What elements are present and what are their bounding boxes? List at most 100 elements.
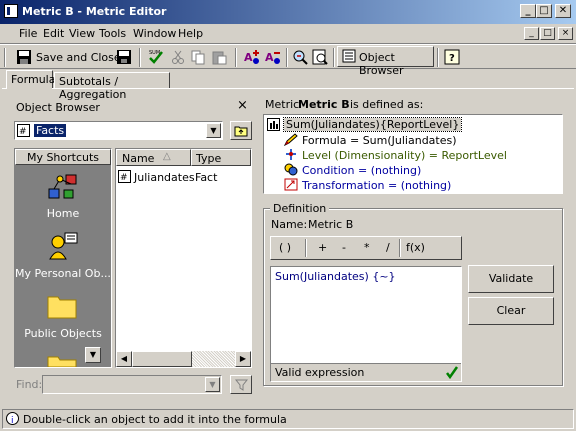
tree-formula[interactable]: Formula = Sum(Juliandates) xyxy=(302,134,457,147)
fact-icon: # xyxy=(118,170,131,183)
find-input[interactable]: ▼ xyxy=(42,375,222,394)
column-header-name[interactable]: Name △ xyxy=(116,149,191,166)
public-objects-folder-icon xyxy=(47,296,77,319)
copy-icon[interactable] xyxy=(190,49,206,65)
status-text: Double-click an object to add it into th… xyxy=(23,413,287,426)
doc-minimize-icon[interactable]: _ xyxy=(524,27,539,40)
menu-file[interactable]: File xyxy=(19,27,37,40)
save-and-close-button[interactable]: Save and Close xyxy=(36,51,121,64)
doc-close-icon[interactable]: × xyxy=(558,27,573,40)
zoom-icon[interactable] xyxy=(292,49,308,65)
object-browser-toggle[interactable]: Object Browser xyxy=(337,46,434,77)
save-icon xyxy=(17,50,31,64)
folder-up-button[interactable] xyxy=(230,121,252,140)
validate-check-icon[interactable]: SUM xyxy=(148,49,164,65)
definition-tree: Sum(Juliandates){ReportLevel} Formula = … xyxy=(263,114,563,194)
column-header-type[interactable]: Type xyxy=(191,149,251,166)
svg-text:A: A xyxy=(265,51,274,64)
window-title: Metric B - Metric Editor xyxy=(22,5,167,18)
shortcuts-scroll-down-icon[interactable]: ▼ xyxy=(85,347,101,363)
tree-level[interactable]: Level (Dimensionality) = ReportLevel xyxy=(302,149,507,162)
validate-button[interactable]: Validate xyxy=(468,265,554,293)
scroll-right-icon[interactable]: ▶ xyxy=(235,351,251,367)
tab-subtotals-aggregation[interactable]: Subtotals / Aggregation xyxy=(54,72,170,101)
operator-plus-button[interactable]: + xyxy=(318,241,327,254)
definition-heading-suffix: is defined as: xyxy=(350,98,424,111)
find-replace-icon[interactable]: A xyxy=(244,49,260,65)
validation-status-bar: Valid expression xyxy=(271,363,461,381)
transformation-icon xyxy=(284,178,298,191)
toolbar-separator xyxy=(235,48,237,67)
level-icon xyxy=(286,149,296,160)
tree-condition[interactable]: Condition = (nothing) xyxy=(302,164,421,177)
operator-multiply-button[interactable]: * xyxy=(364,241,370,254)
table-row[interactable]: # Juliandates Fact xyxy=(118,169,250,185)
svg-text:SUM: SUM xyxy=(149,50,160,56)
scroll-left-icon[interactable]: ◀ xyxy=(116,351,132,367)
horizontal-scrollbar[interactable]: ◀ ▶ xyxy=(116,351,251,367)
column-header-type-label: Type xyxy=(196,152,222,165)
close-button[interactable]: ✕ xyxy=(555,4,571,18)
function-button[interactable]: f(x) xyxy=(406,241,425,254)
cut-icon[interactable] xyxy=(170,49,186,65)
find-dropdown-icon[interactable]: ▼ xyxy=(205,377,220,392)
scroll-thumb[interactable] xyxy=(132,351,192,367)
personal-objects-icon xyxy=(49,232,78,260)
shortcut-personal-objects[interactable]: My Personal Ob... xyxy=(15,231,111,283)
name-value: Metric B xyxy=(308,218,354,231)
app-icon xyxy=(4,4,18,18)
valid-check-icon xyxy=(446,366,459,379)
filter-button[interactable] xyxy=(230,375,252,394)
shortcuts-bar: My Shortcuts Home My Personal Ob... Publ… xyxy=(14,148,112,368)
object-browser-title: Object Browser xyxy=(16,101,100,114)
tab-formula-gap xyxy=(7,88,52,89)
status-bar: i Double-click an object to add it into … xyxy=(2,409,574,429)
toolbar-separator xyxy=(437,48,439,67)
folder-icon xyxy=(47,356,77,367)
shortcut-home-label: Home xyxy=(46,207,80,220)
condition-icon xyxy=(284,163,298,176)
menu-edit[interactable]: Edit xyxy=(43,27,64,40)
folder-dropdown-icon[interactable]: ▼ xyxy=(206,123,221,138)
shortcut-public-objects-label: Public Objects xyxy=(24,327,102,340)
minimize-button[interactable]: _ xyxy=(520,4,536,18)
operator-minus-button[interactable]: - xyxy=(342,241,346,254)
toolbar: Save and Close SUM A A Object Browser ? xyxy=(0,44,576,77)
operator-parentheses-button[interactable]: ( ) xyxy=(279,241,291,254)
tree-root[interactable]: Sum(Juliandates){ReportLevel} xyxy=(282,117,463,132)
tab-panel-border xyxy=(2,88,574,89)
find-label: Find: xyxy=(16,378,43,391)
menu-help[interactable]: Help xyxy=(178,27,203,40)
shortcut-home[interactable]: Home xyxy=(15,171,111,223)
clear-button[interactable]: Clear xyxy=(468,297,554,325)
tab-formula[interactable]: Formula xyxy=(6,70,55,89)
object-browser-label: Object Browser xyxy=(359,51,404,77)
my-shortcuts-header[interactable]: My Shortcuts xyxy=(15,149,111,165)
formula-editor[interactable]: Sum(Juliandates) {~} Valid expression xyxy=(270,266,462,382)
help-icon[interactable]: ? xyxy=(444,49,460,65)
doc-restore-icon[interactable]: □ xyxy=(540,27,555,40)
menu-view[interactable]: View xyxy=(69,27,95,40)
object-list: Name △ Type # Juliandates Fact ◀ ▶ xyxy=(115,148,252,368)
replace-icon[interactable]: A xyxy=(265,49,281,65)
menu-tools[interactable]: Tools xyxy=(99,27,126,40)
operator-divide-button[interactable]: / xyxy=(386,241,390,254)
folder-combo[interactable]: # Facts ▼ xyxy=(14,121,223,140)
tree-transformation[interactable]: Transformation = (nothing) xyxy=(302,179,451,192)
clear-button-label: Clear xyxy=(496,304,526,317)
definition-group-label: Definition xyxy=(270,202,330,215)
maximize-button[interactable]: □ xyxy=(536,4,552,18)
svg-text:i: i xyxy=(11,416,14,425)
toolbar-grip xyxy=(4,48,6,67)
validate-button-label: Validate xyxy=(488,272,534,285)
menu-window[interactable]: Window xyxy=(133,27,176,40)
save-disk-icon[interactable] xyxy=(116,49,132,65)
paste-icon[interactable] xyxy=(211,49,227,65)
formula-pencil-icon xyxy=(284,133,298,146)
preview-search-icon[interactable] xyxy=(312,49,328,65)
folder-combo-value: Facts xyxy=(34,124,67,137)
row-name: Juliandates xyxy=(134,171,195,184)
shortcut-public-objects[interactable]: Public Objects xyxy=(15,291,111,343)
object-browser-close-icon[interactable]: × xyxy=(237,98,248,113)
title-bar[interactable]: Metric B - Metric Editor _ □ ✕ xyxy=(0,0,576,24)
